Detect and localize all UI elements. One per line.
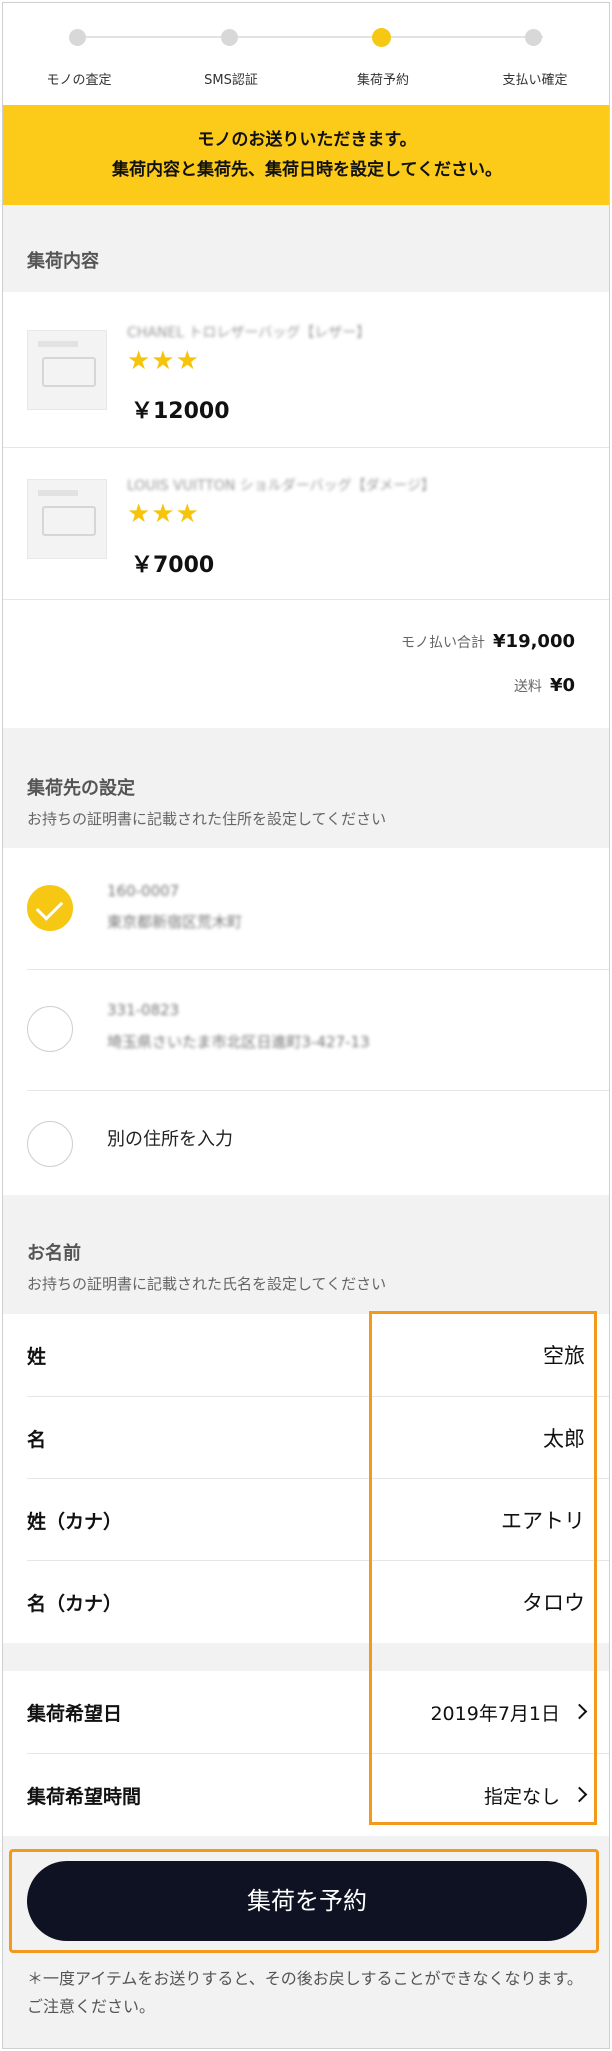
step-label: モノの査定 [46,73,112,88]
section-subtitle: お持ちの証明書に記載された住所を設定してください [27,810,387,828]
radio-unchecked-icon[interactable] [27,1121,73,1167]
rating-stars: ★★★ [127,499,200,529]
step-label: SMS認証 [204,73,258,88]
instruction-banner: モノのお送りいただきます。 集荷内容と集荷先、集荷日時を設定してください。 [3,105,609,205]
product-item: CHANEL トロレザーバッグ【レザー】 ★★★ ￥12000 [3,292,609,442]
product-item: LOUIS VUITTON ショルダーバッグ【ダメージ】 ★★★ ￥7000 [3,447,609,597]
step-dot [69,29,86,46]
radio-checked-icon[interactable] [27,885,73,931]
section-title: お名前 [27,1243,81,1264]
highlight-fields-box [369,1311,597,1825]
address-text: 東京都新宿区荒木町 [107,913,243,931]
section-title: 集荷内容 [27,251,99,272]
screen-frame: モノの査定 SMS認証 集荷予約 支払い確定 モノのお送りいただきます。 集荷内… [2,2,610,2049]
progress-stepper: モノの査定 SMS認証 集荷予約 支払い確定 [3,3,609,103]
divider [3,599,609,600]
caution-note: ＊一度アイテムをお送りすると、その後お戻しすることができなくなります。ご注意くだ… [27,1969,583,2016]
field-label: 集荷希望時間 [27,1786,142,1808]
step-label: 集荷予約 [356,73,409,88]
product-thumbnail [27,479,107,559]
field-label: 名（カナ） [27,1593,123,1615]
product-price: ￥7000 [131,553,215,578]
banner-line-1: モノのお送りいただきます。 [197,130,417,150]
step-dot-active [372,28,391,47]
stepper-track [71,36,543,38]
contents-section-header: 集荷内容 [3,205,609,292]
address-postcode: 331-0823 [107,1001,180,1019]
step-dot [221,29,238,46]
product-name: CHANEL トロレザーバッグ【レザー】 [127,325,371,341]
address-text: 埼玉県さいたま市北区日進町3-427-13 [107,1033,370,1051]
address-option[interactable]: 160-0007 東京都新宿区荒木町 [3,848,609,968]
address-postcode: 160-0007 [107,882,180,900]
shipping-row: 送料 ¥0 [514,675,575,696]
step-label: 支払い確定 [502,73,568,88]
subtotal-label: モノ払い合計 [401,635,486,651]
reserve-pickup-button[interactable]: 集荷を予約 [27,1861,587,1941]
subtotal-row: モノ払い合計 ¥19,000 [401,631,575,652]
section-subtitle: お持ちの証明書に記載された氏名を設定してください [27,1275,387,1293]
product-price: ￥12000 [131,399,230,424]
name-section-header: お名前 お持ちの証明書に記載された氏名を設定してください [3,1195,609,1314]
address-section-header: 集荷先の設定 お持ちの証明書に記載された住所を設定してください [3,728,609,848]
product-name: LOUIS VUITTON ショルダーバッグ【ダメージ】 [127,478,435,494]
section-title: 集荷先の設定 [27,778,135,799]
address-option-other[interactable]: 別の住所を入力 [3,1090,609,1195]
field-label: 集荷希望日 [27,1703,123,1725]
field-label: 姓（カナ） [27,1511,123,1533]
product-thumbnail [27,330,107,410]
shipping-label: 送料 [513,679,542,695]
address-option[interactable]: 331-0823 埼玉県さいたま市北区日進町3-427-13 [3,969,609,1089]
field-label: 姓 [27,1346,47,1368]
subtotal-value: ¥19,000 [493,631,575,652]
radio-unchecked-icon[interactable] [27,1006,73,1052]
banner-line-2: 集荷内容と集荷先、集荷日時を設定してください。 [112,160,502,180]
rating-stars: ★★★ [127,346,200,376]
step-dot [525,29,542,46]
other-address-label: 別の住所を入力 [107,1129,233,1150]
shipping-value: ¥0 [549,675,575,696]
field-label: 名 [27,1429,47,1451]
